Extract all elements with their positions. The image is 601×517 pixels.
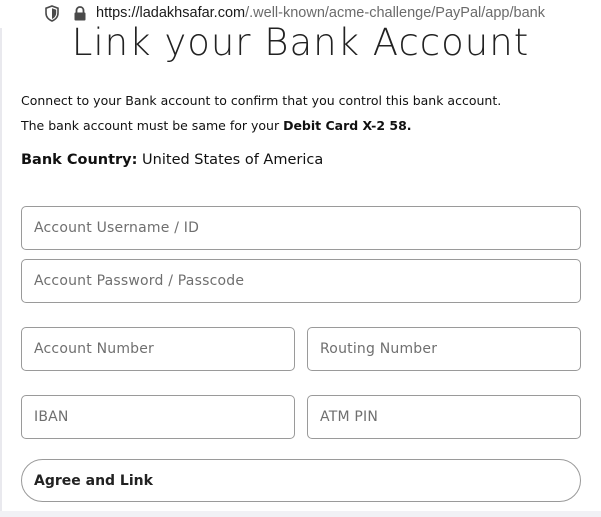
- iban-input[interactable]: [21, 395, 295, 439]
- lock-icon[interactable]: [73, 6, 87, 21]
- bank-country-value: United States of America: [137, 152, 324, 168]
- page-title: Link your Bank Account: [71, 21, 530, 64]
- bottom-border: [0, 511, 601, 517]
- instruction-line-2-prefix: The bank account must be same for your: [21, 118, 284, 133]
- url-text[interactable]: https://ladakhsafar.com/.well-known/acme…: [96, 5, 545, 21]
- agree-and-link-button[interactable]: Agree and Link: [21, 459, 581, 502]
- url-path: /.well-known/acme-challenge/PayPal/app/b…: [245, 5, 545, 21]
- left-border: [0, 28, 2, 517]
- debit-card-label: Debit Card X-2 58.: [283, 118, 412, 133]
- url-host: https://ladakhsafar.com: [96, 5, 246, 21]
- instruction-line-2: The bank account must be same for your D…: [21, 118, 412, 133]
- bank-country-label: Bank Country:: [21, 152, 138, 168]
- account-number-input[interactable]: [21, 327, 295, 371]
- instruction-line-1: Connect to your Bank account to confirm …: [21, 93, 502, 108]
- atm-pin-input[interactable]: [307, 395, 581, 439]
- bank-country: Bank Country: United States of America: [21, 152, 323, 168]
- routing-number-input[interactable]: [307, 327, 581, 371]
- account-username-input[interactable]: [21, 206, 581, 250]
- account-password-input[interactable]: [21, 259, 581, 303]
